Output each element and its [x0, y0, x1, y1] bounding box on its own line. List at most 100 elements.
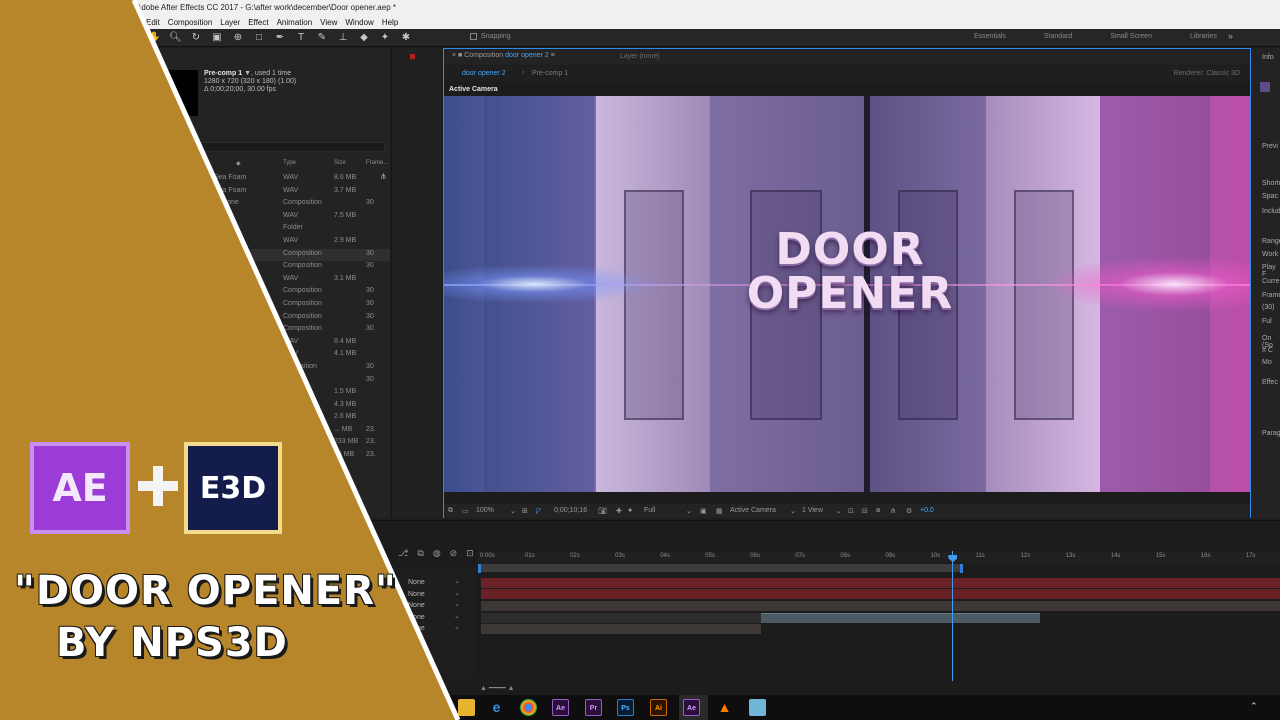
label-column-icon[interactable]: ◆ [236, 160, 241, 167]
project-item-row[interactable]: 2.6 MB [160, 412, 390, 425]
toggle-pixel-aspect-icon[interactable]: ⊡ [848, 507, 854, 515]
right-panel-label[interactable]: Work [1262, 251, 1278, 258]
right-panel-label[interactable]: Info [1262, 54, 1274, 61]
work-area-bar[interactable] [479, 564, 962, 572]
photoshop-app-icon[interactable]: Ps [617, 699, 634, 716]
menu-composition[interactable]: Composition [168, 18, 212, 27]
layer-bar[interactable] [761, 613, 1040, 623]
illustrator-app-icon[interactable]: Ai [650, 699, 667, 716]
project-item-row[interactable]: WAV 2.9 MB [160, 236, 390, 249]
timeline-icon[interactable]: ⧈ [876, 507, 880, 515]
exposure-value[interactable]: +0.0 [920, 507, 934, 514]
monitor-icon[interactable]: ▭ [462, 507, 469, 515]
right-panel-label[interactable]: Mo [1262, 359, 1272, 366]
breadcrumb-parent[interactable]: Pre-comp 1 [532, 70, 568, 77]
right-panel-label[interactable]: Ful [1262, 318, 1272, 325]
brush-tool-icon[interactable]: ✎ [316, 32, 328, 43]
snapping-toggle[interactable]: Snapping [470, 33, 511, 40]
panel-menu-icon[interactable]: ≡ [551, 52, 555, 59]
workspace-more-icon[interactable]: » [1228, 31, 1233, 41]
right-panel-label[interactable]: Curre [1262, 278, 1280, 285]
project-item-row[interactable]: WAV 3.1 MB [160, 274, 390, 287]
file-explorer-icon[interactable] [458, 699, 475, 716]
renderer-label[interactable]: Renderer: Classic 3D [1173, 70, 1240, 77]
workspace-libraries[interactable]: Libraries [1190, 33, 1217, 40]
layer-bar[interactable] [481, 589, 1280, 599]
always-preview-icon[interactable]: ⧉ [448, 507, 453, 515]
chevron-down-icon[interactable]: ⌄ [836, 507, 842, 515]
project-item-row[interactable]: omposition 30 [160, 362, 390, 375]
rectangle-tool-icon[interactable]: □ [253, 32, 265, 43]
show-channel-icon[interactable]: ✚ [616, 507, 622, 515]
menu-window[interactable]: Window [345, 18, 373, 27]
after-effects-active-app-icon[interactable]: Ae [683, 699, 700, 716]
right-panel-label[interactable]: Frame [1262, 292, 1280, 299]
chevron-down-icon[interactable]: ⌄ [686, 507, 692, 515]
time-ruler[interactable]: 0:00s 01s 02s 03s 04s 05s 06s 07s 08s 09s 10s 11s 12… [478, 551, 1280, 563]
puppet-pin-tool-icon[interactable]: ✱ [400, 32, 412, 43]
current-time-indicator[interactable] [952, 551, 954, 681]
snapping-checkbox[interactable] [470, 33, 477, 40]
chrome-browser-icon[interactable] [520, 699, 537, 716]
layer-bar[interactable] [481, 578, 1280, 588]
flowchart-icon[interactable]: ⋔ [890, 507, 896, 515]
column-frame[interactable]: Frame... [366, 160, 388, 166]
work-area-end-handle[interactable] [960, 564, 964, 573]
right-panel-label[interactable]: Effec [1262, 379, 1278, 386]
right-panel-label[interactable]: If C [1262, 347, 1273, 354]
project-item-row[interactable]: WAV 4.1 MB [160, 349, 390, 362]
layer-parent-select[interactable]: None [408, 577, 459, 586]
project-item-row[interactable]: Composition 30 [160, 248, 390, 262]
camera-view-select[interactable]: Active Camera [730, 507, 776, 514]
exposure-reset-icon[interactable]: ⚙ [906, 507, 912, 515]
layer-bar[interactable] [481, 601, 1280, 611]
workspace-standard[interactable]: Standard [1044, 33, 1072, 40]
graph-editor-icon[interactable]: ⊘ [450, 548, 458, 559]
right-panel-label[interactable]: Range [1262, 238, 1280, 245]
menu-help[interactable]: Help [382, 18, 398, 27]
project-item-row[interactable]: Composition 30 [160, 286, 390, 299]
column-type[interactable]: Type [283, 160, 296, 166]
workspace-small-screen[interactable]: Small Screen [1110, 33, 1152, 40]
camera-tool-icon[interactable]: ▣ [211, 32, 223, 43]
comp-flowchart-icon[interactable]: ⎇ [398, 548, 408, 559]
layer-bar[interactable] [481, 613, 761, 623]
layer-parent-select[interactable]: None [408, 589, 459, 598]
project-item-row[interactable]: 95 MB 23. [160, 450, 390, 463]
menu-animation[interactable]: Animation [277, 18, 313, 27]
right-panel-label[interactable]: Previ [1262, 143, 1278, 150]
project-item-row[interactable]: ndstone Composition 30 [160, 198, 390, 211]
right-panel-label[interactable]: (30) [1262, 304, 1274, 311]
shy-layers-icon[interactable]: ◍ [433, 548, 441, 559]
layer-tab[interactable]: Layer (none) [620, 53, 660, 60]
layer-parent-select[interactable]: None [408, 600, 459, 609]
edge-browser-icon[interactable]: e [488, 699, 505, 716]
right-panel-label[interactable]: Spac [1262, 193, 1278, 200]
menu-edit[interactable]: Edit [146, 18, 160, 27]
project-item-row[interactable]: 1.5 MB [160, 387, 390, 400]
project-item-row[interactable]: Composition 30 [160, 324, 390, 337]
menu-effect[interactable]: Effect [248, 18, 268, 27]
right-panel-label[interactable]: Includ [1262, 208, 1280, 215]
current-time-display[interactable]: 0;00;10;16 [554, 507, 587, 514]
right-panel-label[interactable]: Play F [1262, 264, 1280, 278]
clone-stamp-tool-icon[interactable]: ⊥ [337, 32, 349, 43]
project-item-row[interactable]: 4.3 MB [160, 400, 390, 413]
grid-icon[interactable]: ⊞ [522, 507, 528, 515]
layer-parent-select[interactable]: None [408, 623, 459, 632]
roto-brush-tool-icon[interactable]: ✦ [379, 32, 391, 43]
project-item-row[interactable]: 233 MB 23. [160, 437, 390, 450]
eraser-tool-icon[interactable]: ◆ [358, 32, 370, 43]
zoom-tool-icon[interactable]: 🔍︎ [169, 32, 182, 43]
draft-3d-icon[interactable]: ⧉ [417, 548, 423, 559]
region-of-interest-icon[interactable]: ▣ [700, 507, 707, 515]
right-panel-label[interactable]: Parag [1262, 430, 1280, 437]
project-item-row[interactable]: WAV 8.4 MB [160, 337, 390, 350]
layer-parent-select[interactable]: None [408, 612, 459, 621]
after-effects-app-icon[interactable]: Ae [552, 699, 569, 716]
utility-app-icon[interactable] [749, 699, 766, 716]
motion-blur-icon[interactable]: ⊡ [466, 548, 474, 559]
snapshot-camera-icon[interactable]: 📷︎ [598, 507, 607, 515]
project-item-row[interactable]: Foam WAV 7.5 MB [160, 211, 390, 224]
project-item-row[interactable]: Sea Foam WAV 3.7 MB [160, 186, 390, 199]
